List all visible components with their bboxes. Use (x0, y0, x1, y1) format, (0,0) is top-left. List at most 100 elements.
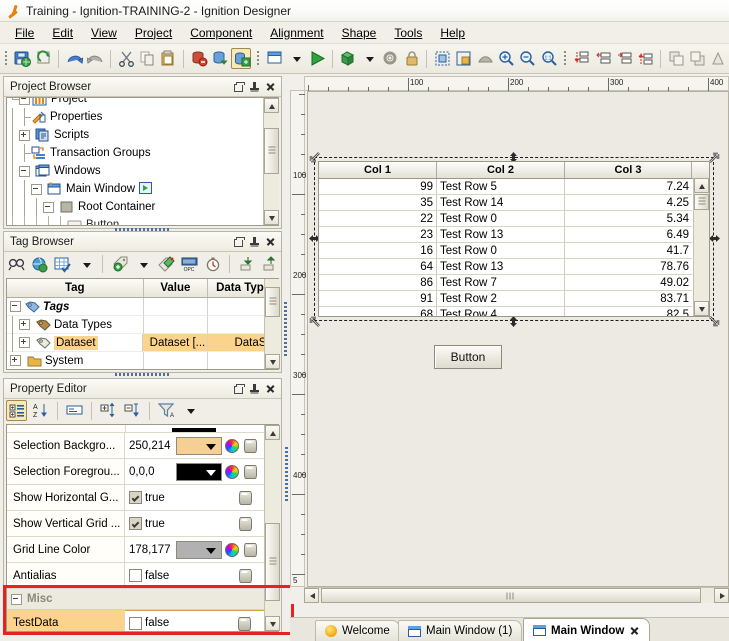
save-icon[interactable] (12, 48, 32, 69)
tag-browser-table[interactable]: Tag Value Data Type Tags Data Types Data… (6, 278, 279, 370)
scroll-up-button[interactable] (264, 98, 279, 113)
scroll-thumb[interactable] (264, 128, 279, 174)
align-right-icon[interactable] (614, 48, 633, 69)
redo-icon[interactable] (85, 48, 104, 69)
toggle-plus-icon[interactable] (19, 319, 30, 330)
publish-dropdown-icon[interactable] (359, 48, 378, 69)
table-row[interactable]: 64 Test Row 13 78.76 (319, 259, 709, 275)
toggle-plus-icon[interactable] (19, 337, 30, 348)
cut-icon[interactable] (116, 48, 135, 69)
binding-icon[interactable] (237, 490, 253, 505)
toolbar-grip[interactable] (255, 50, 261, 68)
new-window-icon[interactable] (264, 48, 283, 69)
send-back-icon[interactable] (687, 48, 706, 69)
binding-icon[interactable] (242, 464, 258, 479)
group-icon[interactable] (708, 48, 727, 69)
toggle-minus-icon[interactable] (19, 165, 30, 177)
pin-icon[interactable] (247, 234, 262, 249)
history-icon[interactable] (203, 254, 222, 275)
scroll-thumb[interactable] (265, 523, 280, 601)
color-swatch-dropdown[interactable] (176, 436, 222, 455)
tree-node-root-container[interactable]: Root Container (7, 198, 262, 216)
close-icon[interactable] (263, 234, 278, 249)
close-icon[interactable] (263, 79, 278, 94)
table-row[interactable]: 23 Test Row 13 6.49 (319, 227, 709, 243)
find-tags-icon[interactable] (6, 254, 25, 275)
property-row-show-horizontal-grid[interactable]: Show Horizontal G... true (7, 485, 278, 511)
table-row[interactable]: 22 Test Row 0 5.34 (319, 211, 709, 227)
filter-icon[interactable]: A (156, 400, 177, 421)
new-tag-dropdown-icon[interactable] (133, 254, 152, 275)
select-all-icon[interactable] (432, 48, 451, 69)
property-row-show-vertical-grid[interactable]: Show Vertical Grid ... true (7, 511, 278, 537)
zoom-out-icon[interactable] (517, 48, 536, 69)
property-checkbox[interactable] (129, 491, 142, 504)
float-icon[interactable] (231, 79, 246, 94)
color-swatch-dropdown[interactable] (176, 462, 222, 481)
component-bounds-icon[interactable] (453, 48, 472, 69)
toggle-plus-icon[interactable] (10, 355, 21, 366)
property-grid[interactable]: Selection Backgro... 250,214 Selection F… (6, 424, 279, 632)
tag-browser-resize-grip[interactable] (3, 372, 282, 377)
table-row[interactable]: 91 Test Row 2 83.71 (319, 291, 709, 307)
expand-categories-icon[interactable] (6, 400, 27, 421)
float-icon[interactable] (231, 381, 246, 396)
delete-database-icon[interactable] (189, 48, 208, 69)
binding-icon[interactable] (242, 438, 258, 453)
menu-alignment[interactable]: Alignment (261, 24, 332, 42)
color-swatch-dropdown[interactable] (176, 540, 222, 559)
property-checkbox[interactable] (129, 616, 142, 630)
preview-play-icon[interactable] (307, 48, 326, 69)
toggle-minus-icon[interactable] (10, 301, 21, 312)
pin-icon[interactable] (247, 381, 262, 396)
scroll-thumb[interactable] (265, 287, 280, 317)
table-scrollbar[interactable] (693, 178, 709, 316)
tag-row-tags[interactable]: Tags (7, 298, 278, 316)
table-row[interactable]: 68 Test Row 4 82.5 (319, 307, 709, 316)
toggle-minus-icon[interactable] (43, 201, 54, 213)
column-header-value[interactable]: Value (144, 279, 209, 297)
tag-row-dataset[interactable]: Dataset Dataset [... DataSet (7, 333, 278, 352)
zoom-reset-icon[interactable]: 1:1 (539, 48, 558, 69)
toolbar-grip[interactable] (3, 50, 9, 68)
toggle-minus-icon[interactable] (11, 593, 22, 605)
binding-icon[interactable] (242, 542, 258, 557)
menu-edit[interactable]: Edit (43, 24, 82, 42)
scroll-left-button[interactable] (304, 588, 319, 603)
export-tags-icon[interactable] (260, 254, 279, 275)
table-row[interactable]: 16 Test Row 0 41.7 (319, 243, 709, 259)
align-bottom-icon[interactable] (635, 48, 654, 69)
tag-row-data-types[interactable]: Data Types (7, 315, 278, 334)
scroll-down-button[interactable] (265, 354, 280, 369)
property-row-antialias[interactable]: Antialias false (7, 563, 278, 589)
toolbar-dropdown-icon[interactable] (180, 400, 201, 421)
tree-node-main-window[interactable]: Main Window (7, 180, 262, 198)
menu-help[interactable]: Help (431, 24, 474, 42)
column-header-tag[interactable]: Tag (7, 279, 144, 297)
menu-view[interactable]: View (82, 24, 126, 42)
button-component[interactable]: Button (434, 345, 502, 369)
scroll-thumb[interactable] (694, 194, 709, 210)
tree-node-transaction-groups[interactable]: Transaction Groups (7, 144, 262, 162)
tag-browse-icon[interactable] (29, 254, 48, 275)
project-browser-tree[interactable]: Project Properties Scripts Transaction G… (6, 97, 279, 226)
toolbar-grip[interactable] (562, 50, 568, 68)
scroll-up-button[interactable] (265, 425, 280, 440)
publish-icon[interactable] (337, 48, 356, 69)
menu-tools[interactable]: Tools (385, 24, 431, 42)
new-tag-icon[interactable] (110, 254, 129, 275)
window-design-surface[interactable]: Col 1 Col 2 Col 3 99 Test Row 5 7.24 35 … (307, 91, 729, 587)
color-wheel-icon[interactable] (225, 438, 239, 453)
copy-icon[interactable] (137, 48, 156, 69)
close-icon[interactable] (629, 625, 640, 636)
refresh-icon[interactable] (34, 48, 53, 69)
toggle-minus-icon[interactable] (19, 98, 30, 105)
tree-node-windows[interactable]: Windows (7, 162, 262, 180)
bring-front-icon[interactable] (666, 48, 685, 69)
opc-icon[interactable]: OPC (179, 254, 198, 275)
scroll-up-button[interactable] (694, 178, 709, 193)
show-description-icon[interactable] (64, 400, 85, 421)
tree-node-button[interactable]: Button (7, 216, 262, 225)
tag-row-system[interactable]: System (7, 352, 278, 369)
scroll-down-button[interactable] (265, 616, 280, 631)
